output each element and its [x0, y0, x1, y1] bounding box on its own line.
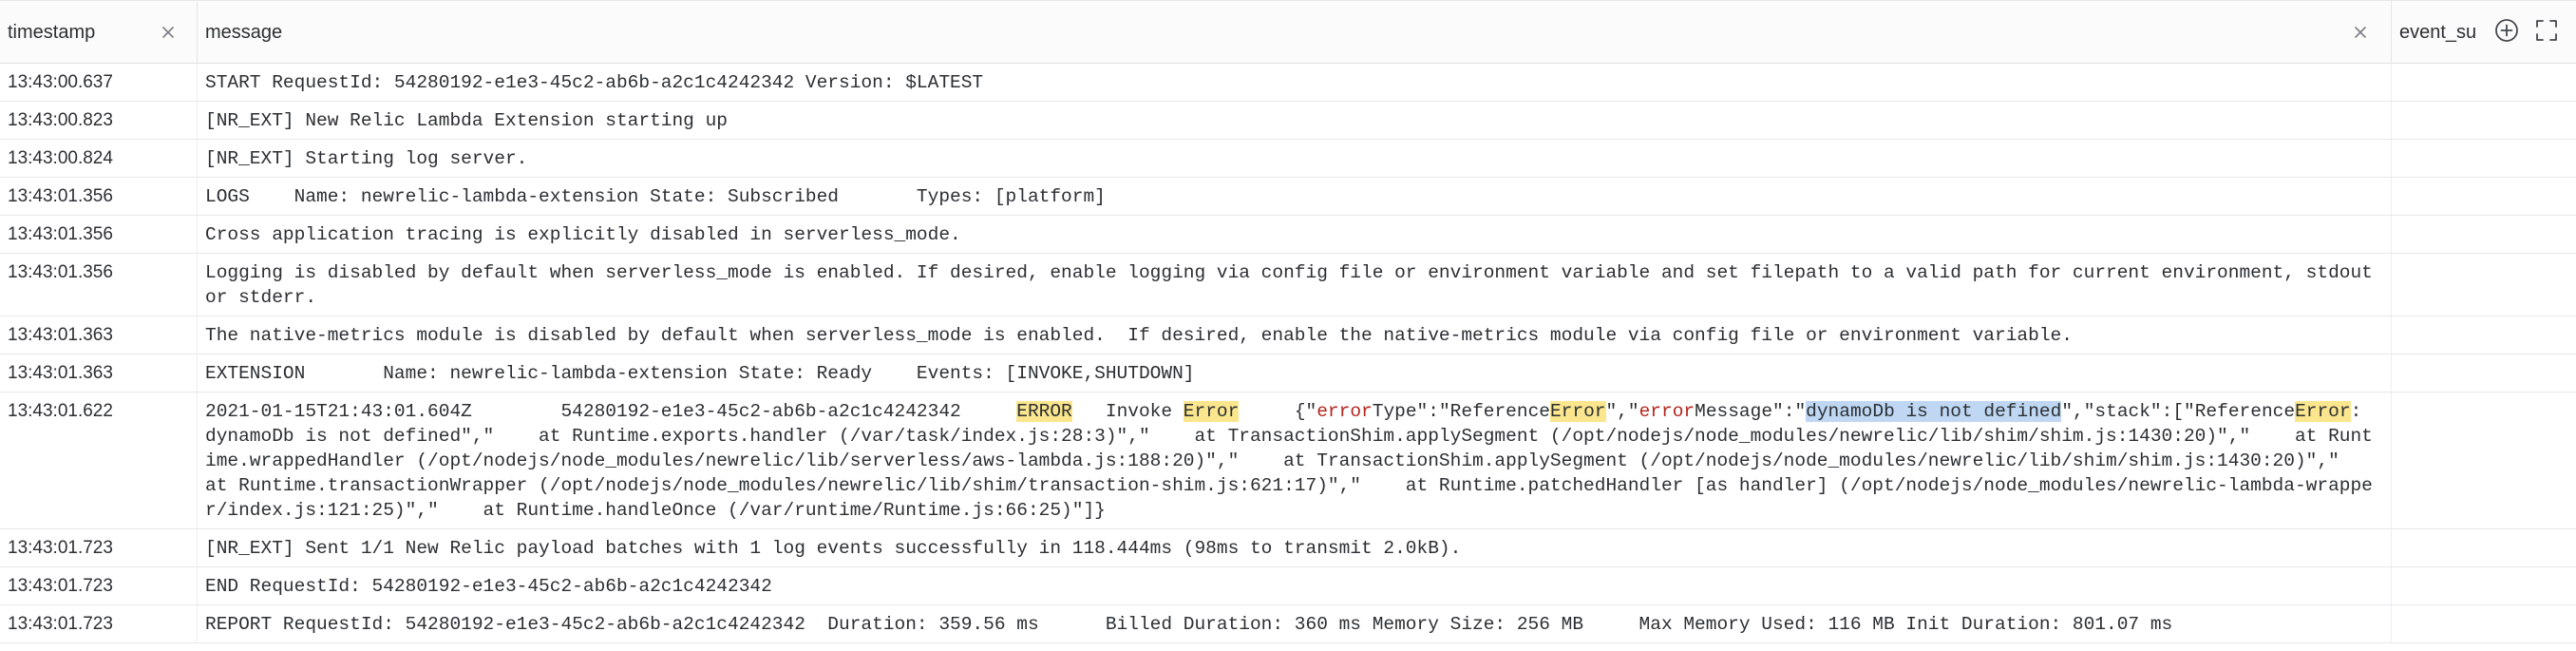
table-row[interactable]: 13:43:00.637 START RequestId: 54280192-e1…: [0, 64, 2576, 102]
table-row[interactable]: 13:43:01.356 Logging is disabled by defau…: [0, 254, 2576, 316]
table-header: timestamp message event_su: [0, 1, 2576, 64]
column-header-timestamp[interactable]: timestamp: [0, 1, 198, 64]
table-row[interactable]: 13:43:01.723 REPORT RequestId: 54280192-e…: [0, 605, 2576, 643]
close-icon[interactable]: [158, 22, 179, 43]
message-cell: [NR_EXT] Starting log server.: [198, 140, 2392, 177]
message-cell: The native-metrics module is disabled by…: [198, 316, 2392, 354]
table-row[interactable]: 13:43:01.363 EXTENSION Name: newrelic-lam…: [0, 354, 2576, 393]
event-cell: [2392, 605, 2576, 642]
event-cell: [2392, 178, 2576, 215]
message-segment: Error: [1549, 401, 1606, 422]
add-column-button[interactable]: [2492, 18, 2521, 47]
event-cell: [2392, 354, 2576, 392]
message-segment: ERROR: [1016, 401, 1072, 422]
event-cell: [2392, 64, 2576, 101]
message-segment: 2021-01-15T21:43:01.604Z 54280192-e1e3-4…: [205, 401, 1017, 422]
timestamp-cell: 13:43:01.622: [0, 393, 198, 528]
message-segment: error: [1316, 401, 1373, 422]
event-cell: [2392, 529, 2576, 566]
timestamp-cell: 13:43:01.356: [0, 178, 198, 215]
message-cell: [NR_EXT] New Relic Lambda Extension star…: [198, 102, 2392, 139]
table-row[interactable]: 13:43:00.824 [NR_EXT] Starting log server…: [0, 140, 2576, 178]
event-cell: [2392, 216, 2576, 253]
message-segment: error: [1638, 401, 1695, 422]
message-segment: dynamoDb is not defined: [1806, 401, 2062, 422]
message-segment: ","stack":["Reference: [2061, 401, 2296, 422]
table-row[interactable]: 13:43:01.723 END RequestId: 54280192-e1e3…: [0, 567, 2576, 605]
table-row[interactable]: 13:43:01.356 Cross application tracing is…: [0, 216, 2576, 254]
timestamp-cell: 13:43:00.823: [0, 102, 198, 139]
event-cell: [2392, 316, 2576, 354]
event-cell: [2392, 567, 2576, 604]
message-segment: {": [1239, 401, 1317, 422]
message-cell: START RequestId: 54280192-e1e3-45c2-ab6b…: [198, 64, 2392, 101]
message-segment: ",": [1605, 401, 1639, 422]
message-segment: Message":": [1695, 401, 1807, 422]
expand-button[interactable]: [2532, 18, 2561, 47]
message-cell: 2021-01-15T21:43:01.604Z 54280192-e1e3-4…: [198, 393, 2392, 528]
message-segment: Invoke: [1071, 401, 1184, 422]
expand-icon: [2534, 18, 2559, 48]
message-cell: EXTENSION Name: newrelic-lambda-extensio…: [198, 354, 2392, 392]
timestamp-cell: 13:43:01.723: [0, 605, 198, 642]
close-icon[interactable]: [2350, 22, 2371, 43]
message-segment: Error: [2295, 401, 2351, 422]
timestamp-cell: 13:43:01.723: [0, 567, 198, 604]
event-cell: [2392, 102, 2576, 139]
message-cell: [NR_EXT] Sent 1/1 New Relic payload batc…: [198, 529, 2392, 566]
timestamp-cell: 13:43:01.363: [0, 316, 198, 354]
message-cell: LOGS Name: newrelic-lambda-extension Sta…: [198, 178, 2392, 215]
message-cell: Logging is disabled by default when serv…: [198, 254, 2392, 316]
event-cell: [2392, 393, 2576, 528]
message-cell: REPORT RequestId: 54280192-e1e3-45c2-ab6…: [198, 605, 2392, 642]
message-segment: Error: [1183, 401, 1240, 422]
table-row[interactable]: 13:43:01.723 [NR_EXT] Sent 1/1 New Relic …: [0, 529, 2576, 567]
message-cell: Cross application tracing is explicitly …: [198, 216, 2392, 253]
event-cell: [2392, 254, 2576, 316]
timestamp-cell: 13:43:00.637: [0, 64, 198, 101]
plus-circle-icon: [2493, 17, 2520, 48]
timestamp-cell: 13:43:01.363: [0, 354, 198, 392]
column-header-event[interactable]: event_su: [2392, 1, 2475, 64]
column-header-label: event_su: [2399, 21, 2475, 43]
timestamp-cell: 13:43:00.824: [0, 140, 198, 177]
event-cell: [2392, 140, 2576, 177]
table-row[interactable]: 13:43:01.363 The native-metrics module is…: [0, 316, 2576, 354]
table-body: 13:43:00.637 START RequestId: 54280192-e1…: [0, 64, 2576, 643]
log-table: timestamp message event_su 13:43:00.637 S…: [0, 0, 2576, 651]
table-row[interactable]: 13:43:01.356 LOGS Name: newrelic-lambda-e…: [0, 178, 2576, 216]
column-header-label: message: [205, 21, 283, 43]
timestamp-cell: 13:43:01.356: [0, 216, 198, 253]
column-header-message[interactable]: message: [198, 1, 2392, 64]
table-row[interactable]: 13:43:01.622 2021-01-15T21:43:01.604Z 542…: [0, 393, 2576, 529]
message-cell: END RequestId: 54280192-e1e3-45c2-ab6b-a…: [198, 567, 2392, 604]
message-segment: Type":"Reference: [1372, 401, 1550, 422]
timestamp-cell: 13:43:01.356: [0, 254, 198, 316]
timestamp-cell: 13:43:01.723: [0, 529, 198, 566]
table-row[interactable]: 13:43:00.823 [NR_EXT] New Relic Lambda Ex…: [0, 102, 2576, 140]
column-header-label: timestamp: [8, 21, 96, 43]
